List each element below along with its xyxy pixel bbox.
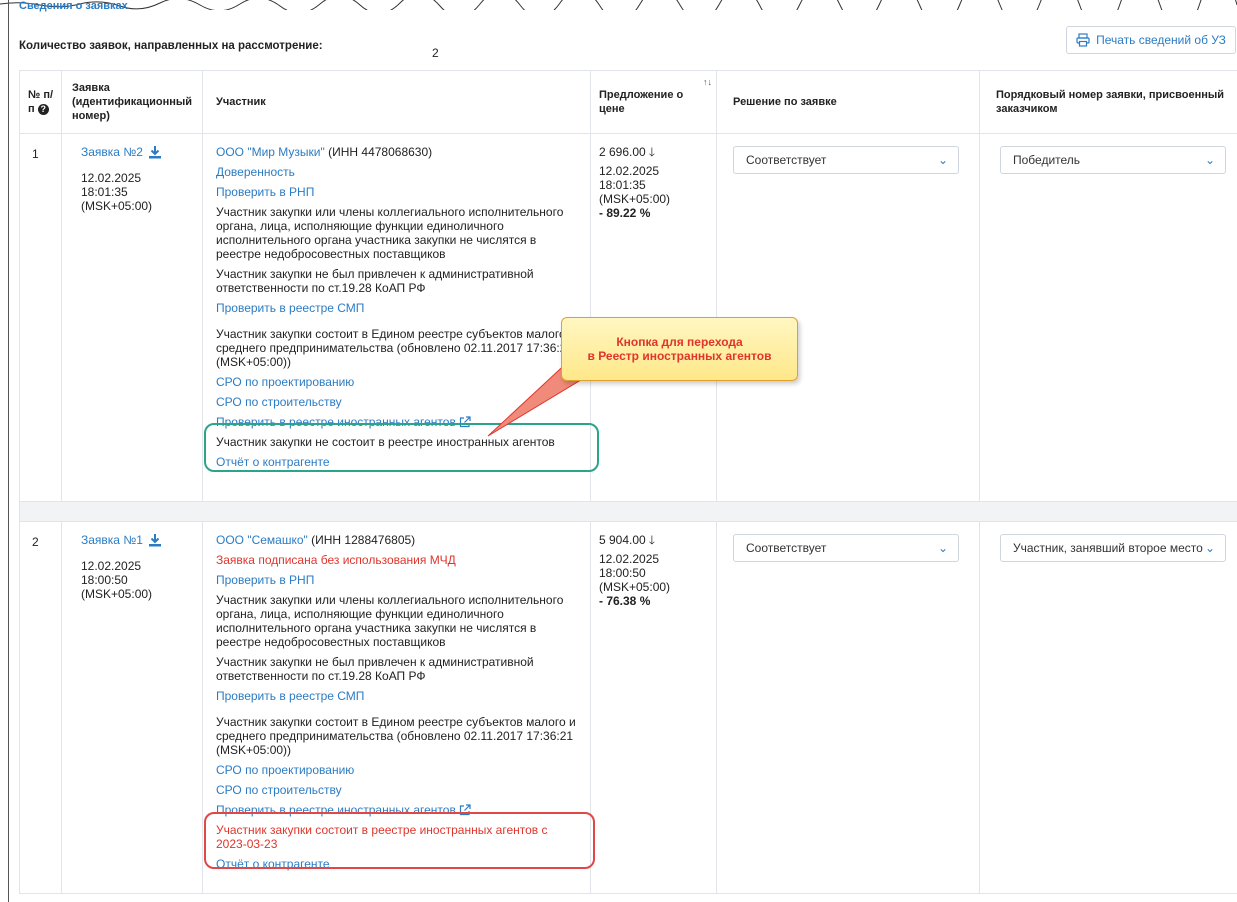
check-rnp-link[interactable]: Проверить в РНП <box>216 185 580 199</box>
rnp-status-text: Участник закупки или члены коллегиальног… <box>216 593 564 649</box>
torn-edge <box>0 0 1237 10</box>
application-link[interactable]: Заявка №1 <box>81 533 161 547</box>
price-timestamp: 12.02.2025 18:01:35 (MSK+05:00) - 89.22 % <box>599 164 716 220</box>
col-header-price[interactable]: Предложение о цене ↑↓ <box>590 70 717 134</box>
col-header-rank: Порядковый номер заявки, присвоенный зак… <box>979 70 1237 134</box>
printer-icon <box>1076 33 1090 47</box>
sro-build-link[interactable]: СРО по строительству <box>216 783 580 797</box>
sro-build-link[interactable]: СРО по строительству <box>216 395 580 409</box>
print-button-label: Печать сведений об УЗ <box>1096 33 1226 47</box>
decision-select[interactable]: Соответствует ⌄ <box>733 146 959 174</box>
table-row: 2 Заявка №1 12.02.2025 18:00:50 (MSK+05:00… <box>19 521 1237 894</box>
col-header-participant: Участник <box>202 70 591 134</box>
row-number: 1 <box>19 133 62 502</box>
sro-design-link[interactable]: СРО по проектированию <box>216 375 580 389</box>
application-timestamp: 12.02.2025 18:00:50 (MSK+05:00) <box>81 559 153 601</box>
participant-inn: (ИНН 1288476805) <box>307 533 416 547</box>
price-offer: 5 904.00 🡓 <box>599 533 655 547</box>
sro-design-link[interactable]: СРО по проектированию <box>216 763 580 777</box>
smp-status-text: Участник закупки состоит в Едином реестр… <box>216 327 576 369</box>
participant-name-link[interactable]: ООО "Мир Музыки" <box>216 145 325 159</box>
download-icon[interactable] <box>148 145 161 159</box>
power-of-attorney-link[interactable]: Доверенность <box>216 165 580 179</box>
highlight-frame-warning <box>204 812 595 869</box>
rank-select[interactable]: Победитель ⌄ <box>1000 146 1226 174</box>
koap-status-text: Участник закупки не был привлечен к адми… <box>216 655 534 683</box>
chevron-down-icon: ⌄ <box>1204 153 1215 167</box>
print-button[interactable]: Печать сведений об УЗ <box>1066 26 1236 54</box>
decision-select[interactable]: Соответствует ⌄ <box>733 534 959 562</box>
highlight-frame-ok <box>204 423 599 472</box>
koap-status-text: Участник закупки не был привлечен к адми… <box>216 267 534 295</box>
callout-line-1: Кнопка для перехода <box>616 335 743 349</box>
price-reduction-percent: - 76.38 % <box>599 594 651 608</box>
chevron-down-icon: ⌄ <box>937 541 948 555</box>
applications-count-label: Количество заявок, направленных на рассм… <box>19 40 323 52</box>
applications-count-value: 2 <box>432 46 439 60</box>
download-icon[interactable] <box>148 533 161 547</box>
col-header-application: Заявка (идентификационный номер) <box>61 70 203 134</box>
check-smp-link[interactable]: Проверить в реестре СМП <box>216 301 580 315</box>
application-timestamp: 12.02.2025 18:01:35 (MSK+05:00) <box>81 171 153 213</box>
annotation-callout: Кнопка для перехода в Реестр иностранных… <box>561 317 798 381</box>
table-header-row: № п/п ? Заявка (идентификационный номер)… <box>19 70 1237 134</box>
check-rnp-link[interactable]: Проверить в РНП <box>216 573 580 587</box>
section-title: Сведения о заявках <box>19 0 128 12</box>
page-edge <box>8 0 9 902</box>
help-icon[interactable]: ? <box>37 103 49 115</box>
price-offer: 2 696.00 🡓 <box>599 145 655 159</box>
signature-warning-text: Заявка подписана без использования МЧД <box>216 553 456 567</box>
chevron-down-icon: ⌄ <box>1204 541 1215 555</box>
col-header-decision: Решение по заявке <box>716 70 980 134</box>
applications-table: № п/п ? Заявка (идентификационный номер)… <box>19 70 1237 894</box>
chevron-down-icon: ⌄ <box>937 153 948 167</box>
check-smp-link[interactable]: Проверить в реестре СМП <box>216 689 580 703</box>
application-link[interactable]: Заявка №2 <box>81 145 161 159</box>
participant-inn: (ИНН 4478068630) <box>324 145 433 159</box>
col-header-num: № п/п ? <box>19 70 62 134</box>
arrow-down-icon: 🡓 <box>648 533 655 547</box>
rank-select[interactable]: Участник, занявший второе место ⌄ <box>1000 534 1226 562</box>
row-number: 2 <box>19 521 62 894</box>
price-timestamp: 12.02.2025 18:00:50 (MSK+05:00) - 76.38 % <box>599 552 716 608</box>
smp-status-text: Участник закупки состоит в Едином реестр… <box>216 715 576 757</box>
row-separator <box>19 501 1237 522</box>
rnp-status-text: Участник закупки или члены коллегиальног… <box>216 205 564 261</box>
participant-name-link[interactable]: ООО "Семашко" <box>216 533 308 547</box>
price-reduction-percent: - 89.22 % <box>599 206 651 220</box>
arrow-down-icon: 🡓 <box>648 145 655 159</box>
sort-icon[interactable]: ↑↓ <box>703 75 712 89</box>
callout-line-2: в Реестр иностранных агентов <box>587 349 772 363</box>
